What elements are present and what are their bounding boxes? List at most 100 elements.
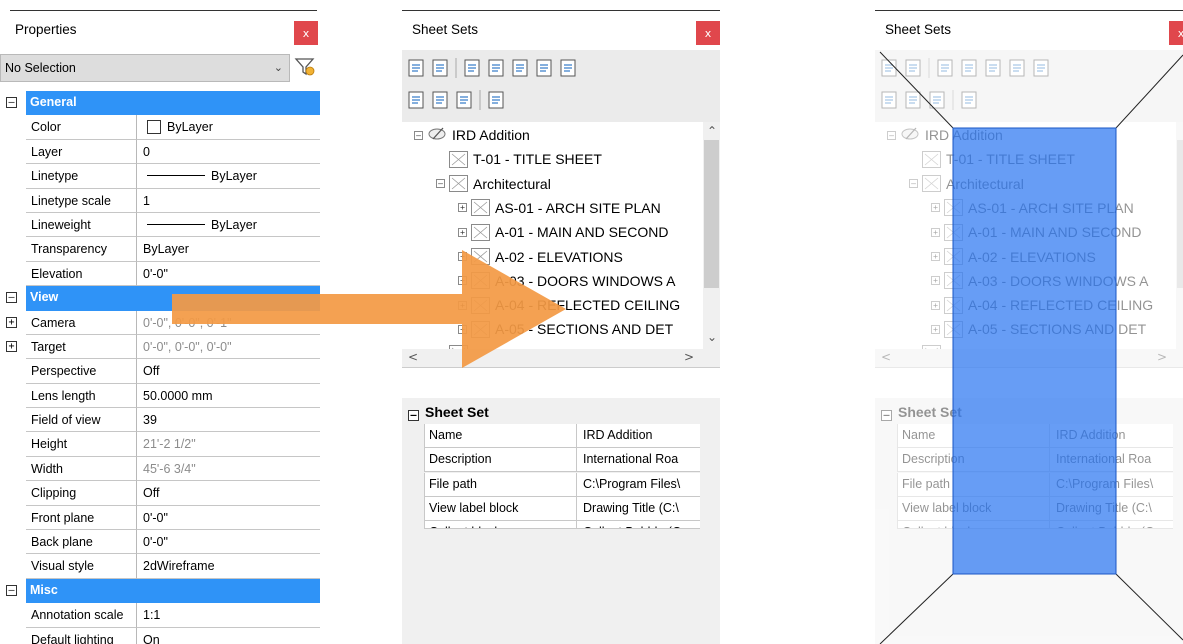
property-value[interactable]: 0 xyxy=(137,140,320,165)
details-row[interactable]: Description International Roa xyxy=(424,448,700,473)
property-row-layer[interactable]: Layer 0 xyxy=(0,139,320,165)
details-header[interactable]: – Sheet Set xyxy=(881,404,962,421)
property-value[interactable]: 2dWireframe xyxy=(137,554,320,579)
expand-icon[interactable]: + xyxy=(6,316,17,328)
property-value[interactable]: 0'-0" xyxy=(137,506,320,531)
tree-item[interactable]: + AS-01 - ARCH SITE PLAN xyxy=(931,196,1134,220)
property-value[interactable]: 0'-0", 0'-0", 0'-1" xyxy=(137,311,320,335)
tree-item[interactable]: + A-05 - SECTIONS AND DET xyxy=(931,317,1146,341)
expand-icon[interactable]: + xyxy=(931,227,940,237)
new-sheet-set-icon[interactable] xyxy=(881,59,897,77)
tree-horizontal-scrollbar[interactable]: < > xyxy=(402,349,720,367)
details-row[interactable]: View label block Drawing Title (C:\ xyxy=(424,496,700,521)
property-row-lineweight[interactable]: Lineweight ByLayer xyxy=(0,212,320,238)
details-value[interactable]: Callout Bubble (C: xyxy=(577,521,700,528)
close-button[interactable]: x xyxy=(294,21,318,45)
view-list-icon[interactable] xyxy=(905,91,921,109)
new-sheet-icon[interactable] xyxy=(937,59,953,77)
property-row-annotation-scale[interactable]: Annotation scale 1:1 xyxy=(0,603,320,628)
property-row-linetype-scale[interactable]: Linetype scale 1 xyxy=(0,188,320,213)
tree-horizontal-scrollbar[interactable]: < > xyxy=(875,349,1183,367)
collapse-icon[interactable]: – xyxy=(436,179,445,189)
property-value[interactable]: 21'-2 1/2" xyxy=(137,432,320,457)
tree-item[interactable]: + AS-01 - ARCH SITE PLAN xyxy=(458,196,661,220)
expand-icon[interactable]: + xyxy=(458,252,467,261)
scroll-down-icon[interactable]: ⌄ xyxy=(707,330,717,344)
tree-item[interactable]: T-01 - TITLE SHEET xyxy=(909,147,1075,171)
property-row-field-of-view[interactable]: Field of view 39 xyxy=(0,408,320,433)
tree-item[interactable]: + A-03 - DOORS WINDOWS A xyxy=(458,269,675,293)
scroll-thumb[interactable] xyxy=(1177,140,1183,288)
property-row-clipping[interactable]: Clipping Off xyxy=(0,481,320,506)
property-value[interactable]: 39 xyxy=(137,408,320,433)
tree-item[interactable]: + A-01 - MAIN AND SECOND xyxy=(458,220,668,244)
details-value[interactable]: Callout Bubble (C: xyxy=(1050,521,1173,528)
details-row[interactable]: Callout blocksCallout Bubble (C: xyxy=(897,521,1173,530)
expand-icon[interactable]: + xyxy=(458,300,467,310)
tree-item[interactable]: – Architectural xyxy=(909,172,1024,196)
property-value[interactable]: ByLayer xyxy=(137,213,320,238)
quick-select-filter-icon[interactable] xyxy=(294,56,316,78)
category-general[interactable]: – General xyxy=(0,91,320,116)
property-value[interactable]: 0'-0" xyxy=(137,262,320,287)
scroll-right-icon[interactable]: > xyxy=(1157,350,1167,364)
scroll-up-icon[interactable]: ⌃ xyxy=(707,124,717,138)
publish-pdf-icon[interactable] xyxy=(536,59,552,77)
expand-icon[interactable]: + xyxy=(6,340,17,352)
property-row-linetype[interactable]: Linetype ByLayer xyxy=(0,164,320,189)
expand-icon[interactable]: + xyxy=(458,276,467,286)
category-misc[interactable]: – Misc xyxy=(0,578,320,604)
scroll-left-icon[interactable]: < xyxy=(408,350,418,364)
tree-item[interactable]: + A-05 - SECTIONS AND DET xyxy=(458,317,673,341)
publish-icon[interactable] xyxy=(512,59,528,77)
property-row-perspective[interactable]: Perspective Off xyxy=(0,359,320,384)
resource-drawing-icon[interactable] xyxy=(929,91,945,109)
sheet-list-icon[interactable] xyxy=(408,91,424,109)
details-row[interactable]: Name IRD Addition xyxy=(897,424,1173,448)
tree-vertical-scrollbar[interactable]: ⌃ ⌄ xyxy=(703,122,720,367)
tree-item[interactable]: – IRD Addition xyxy=(887,123,1003,147)
tree-item[interactable]: + A-04 - REFLECTED CEILING xyxy=(458,293,680,317)
expand-icon[interactable]: + xyxy=(931,324,940,334)
property-row-width[interactable]: Width 45'-6 3/4" xyxy=(0,456,320,482)
collapse-icon[interactable]: – xyxy=(6,292,17,304)
property-row-target[interactable]: + Target 0'-0", 0'-0", 0'-0" xyxy=(0,334,320,360)
property-value[interactable]: Off xyxy=(137,481,320,506)
property-row-transparency[interactable]: Transparency ByLayer xyxy=(0,237,320,262)
tree-item[interactable]: + A-02 - ELEVATIONS xyxy=(458,245,623,269)
details-row[interactable]: File path C:\Program Files\ xyxy=(424,472,700,497)
property-value[interactable]: 0'-0" xyxy=(137,530,320,555)
details-value[interactable]: Drawing Title (C:\ xyxy=(577,497,700,521)
property-value[interactable]: ByLayer xyxy=(137,164,320,189)
property-row-front-plane[interactable]: Front plane 0'-0" xyxy=(0,505,320,531)
scroll-left-icon[interactable]: < xyxy=(881,350,891,364)
details-row[interactable]: View label block Drawing Title (C:\ xyxy=(897,496,1173,521)
tree-item[interactable]: + A-02 - ELEVATIONS xyxy=(931,245,1096,269)
details-value[interactable]: Drawing Title (C:\ xyxy=(1050,497,1173,521)
details-value[interactable]: International Roa xyxy=(577,448,700,472)
property-value[interactable]: On xyxy=(137,628,320,644)
expand-icon[interactable]: + xyxy=(458,324,467,334)
property-row-elevation[interactable]: Elevation 0'-0" xyxy=(0,261,320,287)
new-sheet-icon[interactable] xyxy=(464,59,480,77)
expand-icon[interactable]: + xyxy=(458,203,467,213)
tree-item[interactable]: T-01 - TITLE SHEET xyxy=(436,147,602,171)
property-value[interactable]: ByLayer xyxy=(137,237,320,262)
resource-drawing-icon[interactable] xyxy=(456,91,472,109)
open-sheet-set-icon[interactable] xyxy=(905,59,921,77)
close-button[interactable]: x xyxy=(696,21,720,45)
details-value[interactable]: IRD Addition xyxy=(577,424,700,448)
expand-icon[interactable]: + xyxy=(931,252,940,261)
publish-pdf-icon[interactable] xyxy=(1009,59,1025,77)
property-value[interactable]: 1 xyxy=(137,189,320,213)
property-value[interactable]: ByLayer xyxy=(137,115,320,140)
view-list-icon[interactable] xyxy=(432,91,448,109)
property-row-camera[interactable]: + Camera 0'-0", 0'-0", 0'-1" xyxy=(0,310,320,335)
import-layout-icon[interactable] xyxy=(488,59,504,77)
property-value[interactable]: 0'-0", 0'-0", 0'-0" xyxy=(137,335,320,360)
tree-item[interactable]: + A-01 - MAIN AND SECOND xyxy=(931,220,1141,244)
details-row[interactable]: Name IRD Addition xyxy=(424,424,700,448)
publish-icon[interactable] xyxy=(985,59,1001,77)
collapse-icon[interactable]: – xyxy=(909,179,918,189)
details-row[interactable]: File path C:\Program Files\ xyxy=(897,472,1173,497)
